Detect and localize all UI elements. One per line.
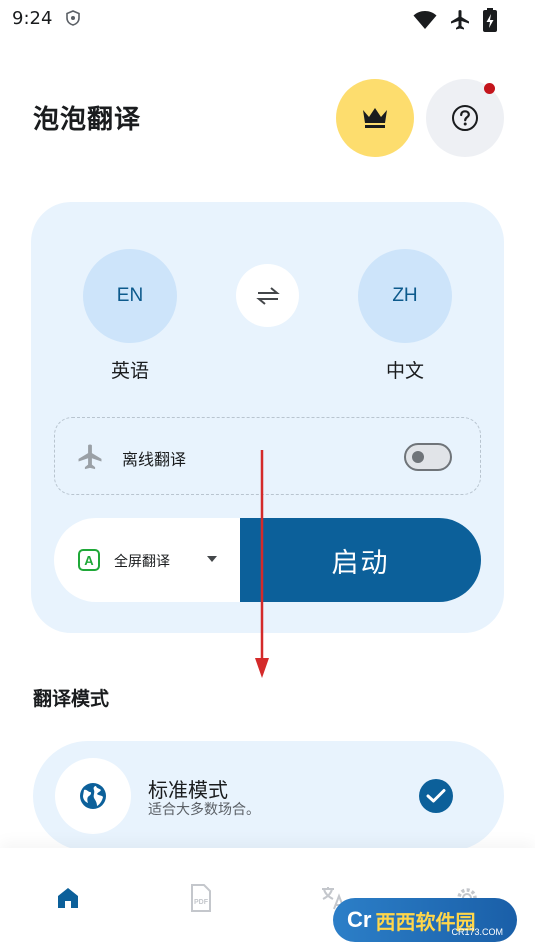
airplane-icon — [78, 444, 102, 470]
status-time: 9:24 — [12, 8, 53, 29]
mode-description: 适合大多数场合。 — [148, 802, 260, 818]
watermark-subtext: CR173.COM — [451, 927, 503, 937]
start-button[interactable]: 启动 — [240, 518, 481, 602]
source-language-button[interactable]: EN — [83, 249, 177, 343]
home-icon — [58, 888, 78, 908]
chevron-down-icon — [207, 556, 217, 562]
nav-pdf[interactable]: PDF — [187, 884, 215, 912]
check-icon — [419, 779, 453, 813]
swap-languages-button[interactable] — [236, 264, 299, 327]
pdf-icon: PDF — [191, 884, 211, 912]
translation-mode-card[interactable]: 标准模式 适合大多数场合。 — [33, 741, 504, 851]
nav-home[interactable] — [54, 884, 82, 912]
app-letter-icon: A — [78, 549, 100, 571]
annotation-arrow-icon — [255, 450, 269, 678]
translation-mode-dropdown[interactable]: A 全屏翻译 — [54, 518, 240, 602]
offline-toggle[interactable] — [404, 443, 452, 471]
help-button[interactable] — [426, 79, 504, 157]
target-language-button[interactable]: ZH — [358, 249, 452, 343]
app-title: 泡泡翻译 — [33, 105, 142, 135]
airplane-icon — [451, 10, 469, 30]
premium-button[interactable] — [336, 79, 414, 157]
watermark-mark: Cr — [347, 907, 372, 932]
crown-icon — [363, 108, 387, 128]
status-bar: 9:24 — [0, 0, 535, 36]
watermark-logo: Cr 西西软件园 CR173.COM — [333, 898, 517, 942]
status-icons — [413, 8, 497, 32]
offline-translation-label: 离线翻译 — [122, 450, 187, 469]
notification-badge — [484, 83, 495, 94]
battery-charging-icon — [483, 8, 497, 32]
toggle-knob — [412, 451, 424, 463]
target-language-label: 中文 — [385, 360, 424, 382]
section-title: 翻译模式 — [33, 688, 110, 710]
shield-icon — [66, 10, 80, 26]
wifi-icon — [413, 11, 437, 29]
source-language-label: 英语 — [110, 360, 149, 382]
globe-icon — [55, 758, 131, 834]
svg-text:PDF: PDF — [194, 899, 209, 906]
swap-arrows-icon — [255, 286, 280, 305]
translation-mode-label: 全屏翻译 — [114, 554, 170, 570]
question-icon — [452, 105, 478, 131]
